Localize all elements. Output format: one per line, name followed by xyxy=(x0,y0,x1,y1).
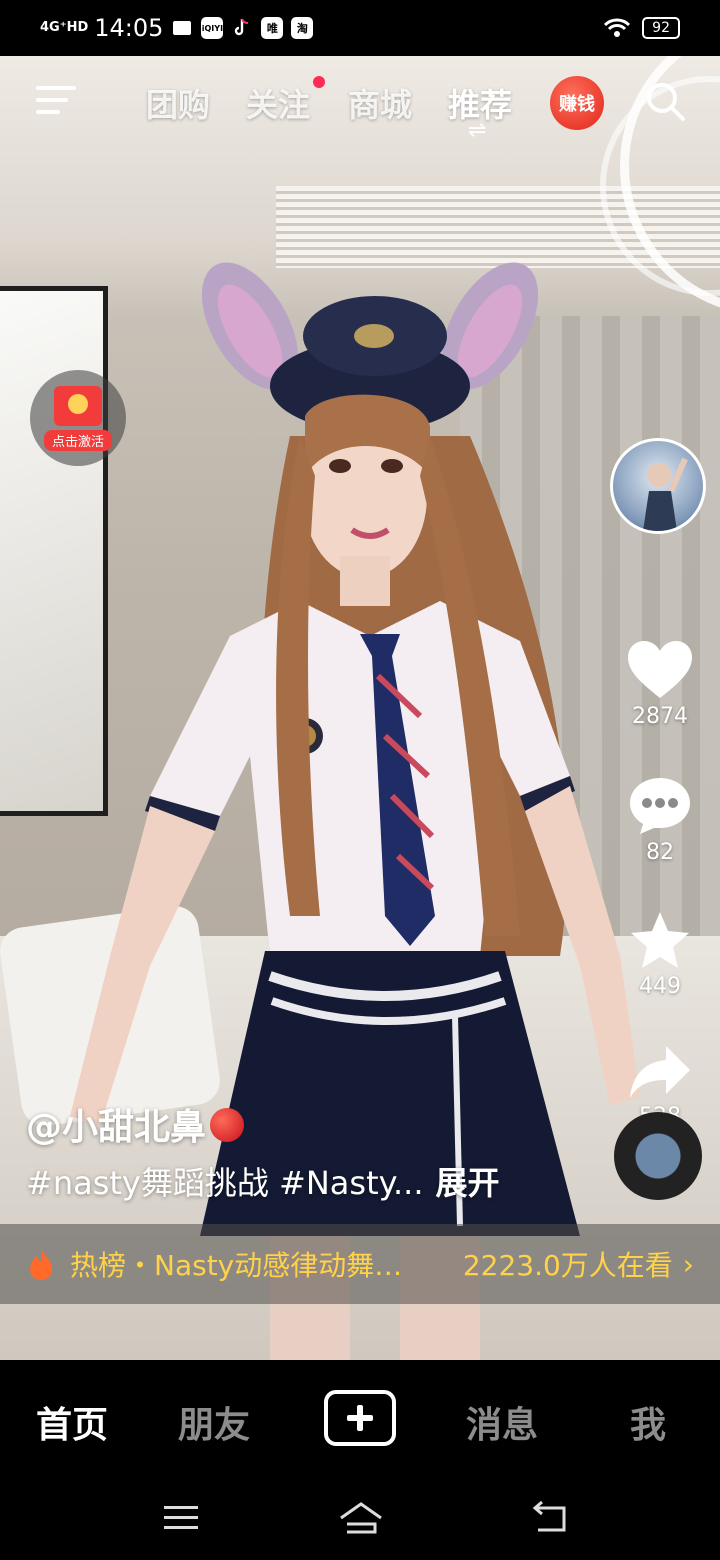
heart-icon xyxy=(628,641,692,698)
hashtags-text[interactable]: #nasty舞蹈挑战 #Nasty... xyxy=(26,1164,424,1202)
taobao-app-icon: 淘 xyxy=(291,17,314,39)
author-handle[interactable]: @小甜北鼻 xyxy=(26,1107,206,1148)
share-arrow-icon xyxy=(630,1046,690,1098)
system-navigation-bar xyxy=(0,1480,720,1560)
plus-icon xyxy=(347,1405,373,1431)
bottom-nav: 首页 朋友 消息 我 xyxy=(0,1360,720,1480)
star-icon xyxy=(631,912,689,968)
chevron-right-icon: › xyxy=(682,1247,694,1281)
expand-link[interactable]: 展开 xyxy=(436,1164,500,1202)
creator-avatar[interactable] xyxy=(610,438,706,534)
app-icon-wei: 唯 xyxy=(261,17,284,39)
hot-list-title: 热榜・Nasty动感律动舞… xyxy=(70,1249,403,1282)
back-icon[interactable] xyxy=(530,1500,570,1536)
battery-indicator: 92 xyxy=(642,17,680,39)
network-indicator: 4G⁺HD xyxy=(40,20,89,35)
recent-apps-icon[interactable] xyxy=(162,1500,202,1536)
flame-icon xyxy=(30,1248,52,1280)
status-bar: 4G⁺HD 14:05 iQIYI 唯 淘 92 xyxy=(0,0,720,56)
favorite-count: 449 xyxy=(639,974,681,999)
top-tab-bar: 团购 关注 商城 推荐 ⇌ 赚钱 xyxy=(0,76,720,142)
notification-dot xyxy=(313,76,325,88)
viewer-count: 2223.0万人在看 xyxy=(462,1249,673,1282)
tab-group-buy[interactable]: 团购 xyxy=(146,80,210,126)
create-post-button[interactable] xyxy=(324,1390,396,1446)
home-icon[interactable] xyxy=(338,1500,384,1536)
music-disc[interactable] xyxy=(614,1112,702,1200)
hot-list-banner[interactable]: 热榜・Nasty动感律动舞… 2223.0万人在看 › xyxy=(0,1224,720,1304)
iqiyi-app-icon: iQIYI xyxy=(201,17,224,39)
author-name[interactable]: @小甜北鼻 xyxy=(26,1098,245,1150)
clock: 14:05 xyxy=(94,14,164,42)
comment-count: 82 xyxy=(646,840,674,865)
like-button[interactable]: 2874 xyxy=(620,640,700,729)
menu-icon[interactable] xyxy=(36,86,76,116)
tiktok-app-icon xyxy=(231,17,253,39)
nav-friends[interactable]: 朋友 xyxy=(178,1396,250,1448)
apple-emoji-icon xyxy=(210,1108,245,1142)
comment-icon xyxy=(630,778,690,834)
swap-arrows-icon: ⇌ xyxy=(468,118,487,143)
search-icon[interactable] xyxy=(644,80,686,122)
earn-money-button[interactable]: 赚钱 xyxy=(550,76,604,130)
tab-following[interactable]: 关注 xyxy=(246,80,310,126)
nav-me[interactable]: 我 xyxy=(630,1396,666,1448)
avatar-image xyxy=(643,457,688,531)
nav-messages[interactable]: 消息 xyxy=(466,1396,538,1448)
red-packet-label: 点击激活 xyxy=(44,430,112,451)
comment-button[interactable]: 82 xyxy=(620,776,700,865)
wifi-icon xyxy=(604,18,631,37)
video-description[interactable]: #nasty舞蹈挑战 #Nasty... 展开 xyxy=(26,1158,500,1204)
like-count: 2874 xyxy=(632,704,688,729)
red-packet-widget[interactable]: 点击激活 xyxy=(30,370,126,466)
tab-mall[interactable]: 商城 xyxy=(348,80,412,126)
camera-icon xyxy=(173,21,192,35)
favorite-button[interactable]: 449 xyxy=(620,910,700,999)
nav-home[interactable]: 首页 xyxy=(36,1396,108,1448)
